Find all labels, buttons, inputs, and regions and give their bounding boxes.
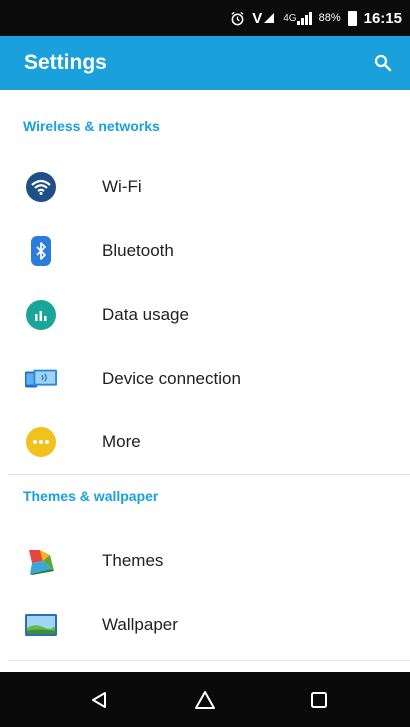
- section-divider: [8, 660, 410, 661]
- settings-item-wallpaper[interactable]: Wallpaper: [0, 594, 410, 656]
- settings-item-data-usage[interactable]: Data usage: [0, 284, 410, 346]
- navigation-bar: [0, 672, 410, 727]
- more-icon: [25, 426, 57, 458]
- settings-item-label: Themes: [102, 551, 164, 570]
- back-triangle-icon: [92, 692, 106, 708]
- alarm-clock-icon: [230, 11, 245, 26]
- recents-button[interactable]: [303, 684, 335, 716]
- volte-label: V: [252, 9, 263, 27]
- settings-item-wifi[interactable]: Wi-Fi: [0, 156, 410, 218]
- section-header-themes: Themes & wallpaper: [23, 488, 159, 504]
- page-title: Settings: [24, 51, 107, 74]
- wifi-icon: [25, 171, 57, 203]
- status-bar: V 4G 88% 16:15: [0, 0, 410, 36]
- settings-item-more[interactable]: More: [0, 411, 410, 473]
- section-divider: [8, 474, 410, 475]
- data-usage-icon: [25, 299, 57, 331]
- network-type-label: 4G: [283, 12, 297, 24]
- settings-item-label: Wallpaper: [102, 615, 178, 634]
- signal-bars-icon: [296, 11, 312, 25]
- device-connection-icon: [25, 363, 57, 395]
- recents-square-icon: [311, 692, 327, 708]
- settings-item-label: Bluetooth: [102, 241, 174, 260]
- settings-item-bluetooth[interactable]: Bluetooth: [0, 220, 410, 282]
- settings-item-themes[interactable]: Themes: [0, 530, 410, 592]
- home-icon: [195, 691, 215, 709]
- volte-wave-icon: [264, 13, 275, 23]
- search-icon: [374, 54, 392, 72]
- settings-item-label: Wi-Fi: [102, 177, 142, 196]
- volte-indicator: V: [252, 10, 276, 27]
- section-header-wireless: Wireless & networks: [23, 118, 160, 134]
- settings-item-label: More: [102, 432, 141, 451]
- settings-list: Wireless & networks Wi-Fi Bluetooth Data…: [0, 90, 410, 672]
- back-button[interactable]: [83, 684, 115, 716]
- app-bar: Settings: [0, 36, 410, 90]
- network-signal: 4G: [283, 11, 312, 25]
- battery-percent: 88%: [318, 12, 341, 24]
- themes-icon: [25, 545, 57, 577]
- bluetooth-icon: [25, 235, 57, 267]
- settings-item-label: Device connection: [102, 369, 241, 388]
- settings-item-device-connection[interactable]: Device connection: [0, 348, 410, 410]
- battery-icon: [347, 10, 357, 26]
- wallpaper-icon: [25, 609, 57, 641]
- settings-item-label: Data usage: [102, 305, 189, 324]
- search-button[interactable]: [368, 48, 398, 78]
- home-button[interactable]: [189, 684, 221, 716]
- clock-time: 16:15: [363, 9, 402, 27]
